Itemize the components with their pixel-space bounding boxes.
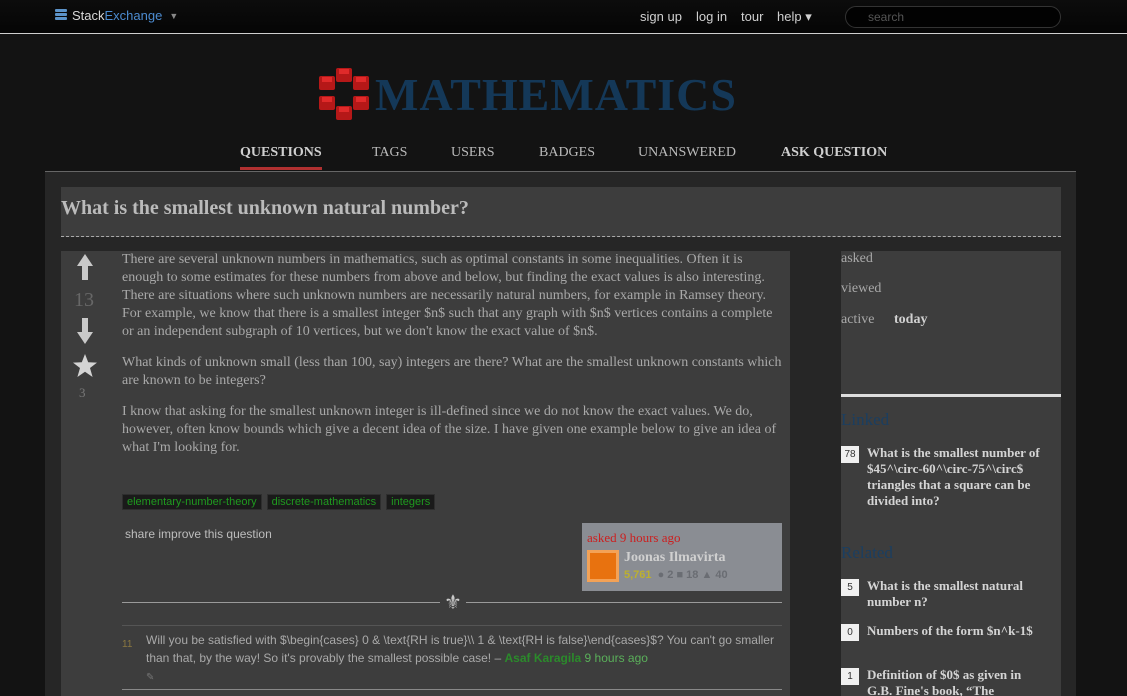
comment-time[interactable]: 9 hours ago	[585, 651, 648, 665]
login-link[interactable]: log in	[696, 9, 727, 24]
main-nav: QUESTIONS TAGS USERS BADGES UNANSWERED A…	[0, 145, 1127, 171]
tag-list: elementary-number-theory discrete-mathem…	[122, 494, 436, 510]
owner-card: asked 9 hours ago Joonas Ilmavirta 5,761…	[582, 523, 782, 591]
sidebar-rule	[841, 394, 1061, 397]
tab-unanswered[interactable]: UNANSWERED	[638, 145, 736, 161]
math-cubes-icon	[319, 68, 369, 120]
tab-users[interactable]: USERS	[451, 145, 495, 161]
body-paragraph: There are several unknown numbers in mat…	[122, 252, 773, 339]
comment: 11 Will you be satisfied with $\begin{ca…	[122, 625, 782, 687]
body-paragraph: What kinds of unknown small (less than 1…	[122, 355, 782, 388]
link-count: 78	[841, 446, 859, 463]
stat-active-label: active	[841, 312, 875, 327]
owner-name[interactable]: Joonas Ilmavirta	[624, 550, 726, 566]
brand-stack: Stack	[72, 8, 105, 23]
top-bar: Stack Exchange ▼ sign up log in tour hel…	[0, 0, 1127, 34]
tour-link[interactable]: tour	[741, 9, 763, 24]
stat-viewed: viewed	[841, 281, 882, 296]
avatar[interactable]	[587, 550, 619, 582]
chevron-down-icon: ▼	[169, 10, 179, 21]
help-menu[interactable]: help ▾	[777, 9, 812, 25]
link-count: 1	[841, 668, 859, 685]
question-body: There are several unknown numbers in mat…	[122, 251, 784, 470]
site-logo[interactable]: MATHEMATICS	[317, 66, 807, 126]
stat-active-value[interactable]: today	[894, 312, 927, 328]
favorite-count: 3	[79, 385, 86, 400]
signup-link[interactable]: sign up	[640, 9, 682, 24]
related-heading: Related	[841, 543, 893, 562]
link-count: 5	[841, 579, 859, 596]
vote-count: 13	[74, 289, 94, 311]
body-paragraph: I know that asking for the smallest unkn…	[122, 404, 777, 455]
sidebar: asked viewed active today Linked 78 What…	[841, 251, 1061, 696]
stat-asked: asked	[841, 251, 873, 266]
comment-text: Will you be satisfied with $\begin{cases…	[146, 633, 774, 665]
tab-badges[interactable]: BADGES	[539, 145, 595, 161]
improve-link[interactable]: improve this question	[158, 527, 271, 541]
site-title: MATHEMATICS	[375, 69, 737, 120]
tag[interactable]: elementary-number-theory	[122, 494, 262, 510]
asked-time: asked 9 hours ago	[587, 530, 681, 545]
comment-body: Will you be satisfied with $\begin{cases…	[146, 631, 776, 687]
post-menu: share improve this question	[125, 527, 272, 541]
question-header: What is the smallest unknown natural num…	[61, 187, 1061, 237]
link-title[interactable]: What is the smallest number of $45^\circ…	[867, 445, 1047, 509]
edit-icon: ✎	[146, 672, 155, 683]
badge-counts: ● 2 ■ 18 ▲ 40	[657, 569, 728, 581]
question-title[interactable]: What is the smallest unknown natural num…	[61, 197, 469, 220]
tag[interactable]: integers	[386, 494, 436, 510]
owner-reputation: 5,761 ● 2 ■ 18 ▲ 40	[624, 569, 728, 581]
stat-active: active today	[841, 312, 927, 328]
upvote-icon[interactable]	[74, 253, 96, 281]
link-title[interactable]: Numbers of the form $n^k-1$	[867, 623, 1047, 639]
favorite-star-icon[interactable]	[72, 353, 98, 378]
comment-user[interactable]: Asaf Karagila	[505, 651, 582, 665]
tab-questions[interactable]: QUESTIONS	[240, 145, 322, 170]
tab-tags[interactable]: TAGS	[372, 145, 407, 161]
link-title[interactable]: What is the smallest natural number n?	[867, 578, 1047, 610]
ask-question-button[interactable]: ASK QUESTION	[781, 145, 887, 161]
reputation-score: 5,761	[624, 569, 652, 581]
stackexchange-logo[interactable]: Stack Exchange ▼	[55, 8, 178, 23]
stackexchange-icon	[55, 9, 67, 22]
share-link[interactable]: share	[125, 527, 155, 541]
link-title[interactable]: Definition of $0$ as given in G.B. Fine'…	[867, 667, 1047, 696]
search-input[interactable]: search	[845, 6, 1061, 28]
comment-score: 11	[122, 639, 133, 650]
downvote-icon[interactable]	[74, 317, 96, 345]
tag[interactable]: discrete-mathematics	[266, 494, 382, 510]
brand-exchange: Exchange	[104, 8, 163, 23]
fleur-de-lis-icon: ⚜	[440, 590, 466, 615]
comment-divider	[122, 689, 782, 690]
linked-heading: Linked	[841, 410, 890, 429]
link-count: 0	[841, 624, 859, 641]
